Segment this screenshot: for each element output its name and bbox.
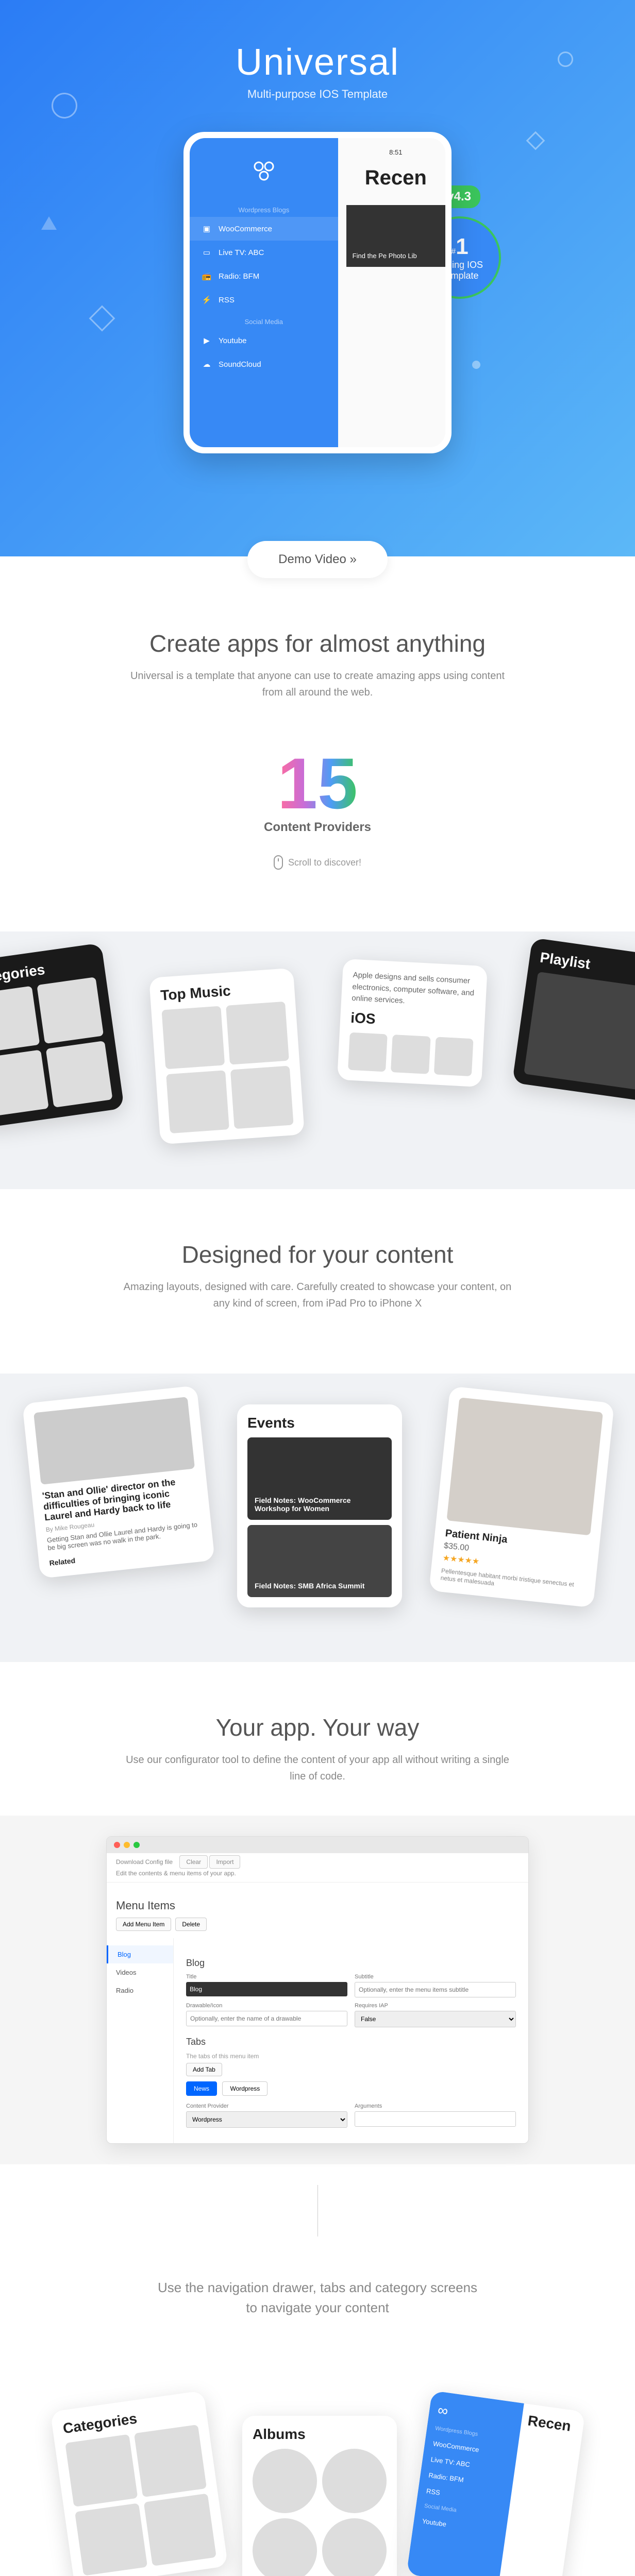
status-time: 8:51 [346, 148, 445, 156]
hero-title: Universal [0, 41, 635, 83]
tab-item[interactable]: Wordpress [222, 2081, 268, 2096]
delete-button[interactable]: Delete [175, 1918, 207, 1931]
deco-circle [52, 93, 77, 118]
deco-triangle [41, 216, 57, 230]
section-heading: Create apps for almost anything [0, 630, 635, 657]
soundcloud-icon: ☁ [202, 360, 211, 369]
sidebar-item: ▶Youtube [190, 329, 338, 352]
phone-content-peek: 8:51 Recen Find the Pe Photo Lib [338, 138, 445, 447]
scroll-hint: Scroll to discover! [0, 855, 635, 870]
title-input[interactable] [186, 1982, 347, 1996]
sidebar-section-label: Social Media [190, 312, 338, 329]
section-heading: Your app. Your way [0, 1714, 635, 1741]
icon-input[interactable] [186, 2011, 347, 2026]
mockup-categories: Categories [0, 943, 124, 1128]
config-nav-item[interactable]: Blog [107, 1945, 173, 1963]
tab-item[interactable]: News [186, 2081, 217, 2096]
mockup-playlist: Playlist [512, 938, 635, 1103]
field-label: Arguments [355, 2103, 516, 2109]
field-label: Requires IAP [355, 2003, 516, 2009]
rank-prefix: # [451, 247, 456, 256]
deco-square [526, 131, 545, 150]
rank-number: 1 [456, 234, 468, 259]
count-number: 15+ [277, 742, 358, 825]
field-label: Subtitle [355, 1974, 516, 1980]
hero-section: Universal Multi-purpose IOS Template v4.… [0, 0, 635, 556]
config-toolbar: Download Config file Clear Import Edit t… [107, 1853, 528, 1883]
deco-square [89, 306, 115, 332]
window-titlebar [107, 1837, 528, 1853]
minimize-icon [124, 1842, 130, 1848]
deco-circle [558, 52, 573, 67]
mockup-music: Top Music [149, 968, 305, 1145]
add-tab-button[interactable]: Add Tab [186, 2063, 222, 2076]
phone-mockup: Wordpress Blogs ▣WooCommerce ▭Live TV: A… [183, 132, 452, 453]
config-panel-title: Tabs [186, 2037, 516, 2047]
mockup-drawer: ∞ Wordpress Blogs WooCommerce Live TV: A… [406, 2391, 585, 2576]
field-label: Drawable/Icon [186, 2003, 347, 2009]
arguments-input[interactable] [355, 2111, 516, 2127]
section-heading: Designed for your content [0, 1241, 635, 1268]
nav-description: Use the navigation drawer, tabs and cate… [153, 2278, 482, 2318]
mockup-albums: Albums [242, 2416, 397, 2576]
mockup-ios: Apple designs and sells consumer electro… [337, 959, 488, 1087]
mockups-row: Categories Albums ∞ Wordpress Blogs WooC… [0, 2380, 635, 2576]
plus-icon: + [363, 747, 378, 777]
sidebar-item: ☁SoundCloud [190, 352, 338, 376]
mockups-row: Categories Top Music Apple designs and s… [0, 931, 635, 1189]
config-panel-title: Blog [186, 1958, 516, 1969]
peek-title: Recen [346, 166, 445, 190]
config-nav-item[interactable]: Videos [107, 1963, 173, 1981]
config-section-title: Menu Items [116, 1899, 519, 1912]
clear-button[interactable]: Clear [179, 1855, 208, 1869]
sidebar-item: ▭Live TV: ABC [190, 241, 338, 264]
section-paragraph: Use our configurator tool to define the … [122, 1752, 513, 1785]
peek-card: Find the Pe Photo Lib [346, 205, 445, 267]
section-paragraph: Universal is a template that anyone can … [122, 668, 513, 701]
provider-select[interactable]: Wordpress [186, 2111, 347, 2128]
rss-icon: ⚡ [202, 295, 211, 304]
mockups-row: 'Stan and Ollie' director on the difficu… [0, 1374, 635, 1662]
configurator-window: Download Config file Clear Import Edit t… [106, 1836, 529, 2144]
phone-sidebar: Wordpress Blogs ▣WooCommerce ▭Live TV: A… [190, 138, 338, 447]
iap-select[interactable]: False [355, 2011, 516, 2027]
mockup-article: 'Stan and Ollie' director on the difficu… [22, 1385, 215, 1579]
sidebar-item: ▣WooCommerce [190, 217, 338, 241]
sidebar-item: 📻Radio: BFM [190, 264, 338, 288]
subtitle-input[interactable] [355, 1982, 516, 1997]
deco-dot [472, 361, 480, 369]
sidebar-section-label: Wordpress Blogs [190, 200, 338, 217]
sidebar-item: ⚡RSS [190, 288, 338, 312]
mouse-icon [274, 855, 283, 870]
close-icon [114, 1842, 120, 1848]
cart-icon: ▣ [202, 224, 211, 233]
config-sidebar: Blog Videos Radio [107, 1938, 174, 2143]
youtube-icon: ▶ [202, 336, 211, 345]
add-menu-button[interactable]: Add Menu Item [116, 1918, 171, 1931]
app-logo-icon [190, 159, 338, 190]
config-nav-item[interactable]: Radio [107, 1981, 173, 1999]
import-button[interactable]: Import [209, 1855, 240, 1869]
mockup-product: Patient Ninja $35.00 ★★★★★ Pellentesque … [429, 1386, 614, 1607]
maximize-icon [133, 1842, 140, 1848]
mockup-events: Events Field Notes: WooCommerce Workshop… [237, 1404, 402, 1607]
tv-icon: ▭ [202, 248, 211, 257]
mockup-categories: Categories [51, 2391, 228, 2576]
radio-icon: 📻 [202, 272, 211, 281]
field-label: Title [186, 1974, 347, 1980]
hero-subtitle: Multi-purpose IOS Template [0, 88, 635, 101]
demo-video-button[interactable]: Demo Video » [247, 541, 388, 578]
section-paragraph: Amazing layouts, designed with care. Car… [122, 1279, 513, 1312]
provider-count: 15+ Content Providers Scroll to discover… [0, 742, 635, 870]
field-label: Content Provider [186, 2103, 347, 2109]
